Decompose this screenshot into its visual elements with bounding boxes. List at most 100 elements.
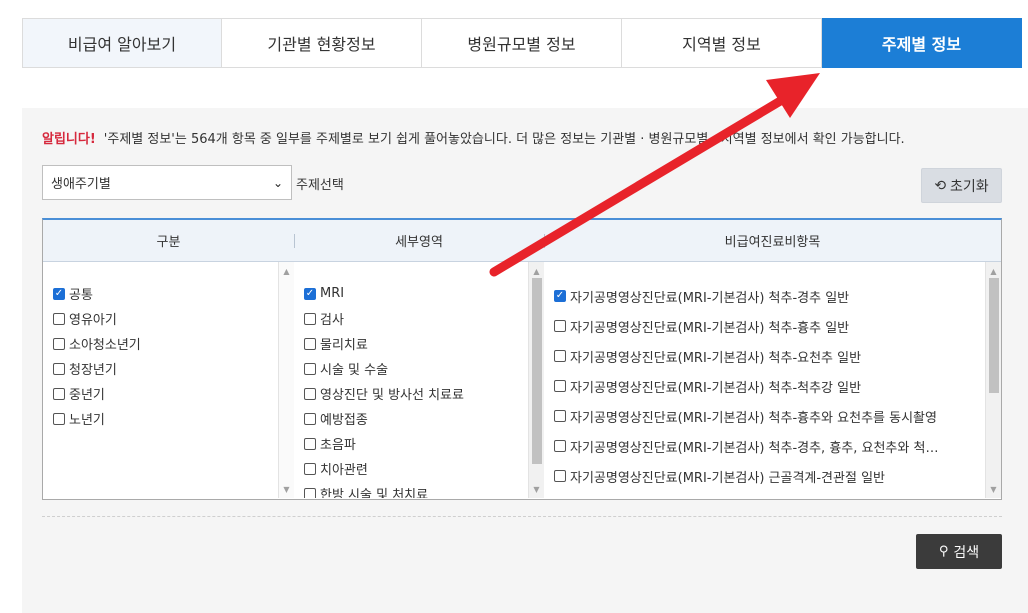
subarea-option[interactable]: 물리치료 (304, 331, 544, 356)
item-option[interactable]: 자기공명영상진단료(MRI-기본검사) 근골격계-견관절 일반 (554, 461, 1001, 491)
scroll-down-icon[interactable]: ▼ (986, 482, 1001, 496)
reset-button[interactable]: ⟲ 초기화 (921, 168, 1002, 203)
item-option[interactable]: 자기공명영상진단료(MRI-기본검사) 척추-흉추 일반 (554, 311, 1001, 341)
subarea-option-label: 치아관련 (320, 463, 368, 478)
notice-text: '주제별 정보'는 564개 항목 중 일부를 주제별로 보기 쉽게 풀어놓았습… (103, 132, 905, 147)
search-icon: ⚲ (938, 544, 949, 559)
category-option-label: 공통 (69, 288, 93, 303)
category-scrollbar[interactable]: ▲ ▼ (278, 262, 294, 498)
checkbox[interactable] (304, 387, 316, 400)
subarea-option[interactable]: 예방접종 (304, 406, 544, 431)
tab-region[interactable]: 지역별 정보 (622, 18, 822, 68)
scroll-up-icon[interactable]: ▲ (986, 264, 1001, 278)
category-option[interactable]: 영유아기 (53, 306, 294, 331)
subarea-option-label: 영상진단 및 방사선 치료료 (320, 388, 464, 403)
notice-alert: 알립니다! (42, 132, 96, 147)
item-option-label: 자기공명영상진단료(MRI-기본검사) 척추-경추, 흉추, 요천추와 척… (570, 440, 939, 456)
header-items: 비급여진료비항목 (544, 220, 1001, 261)
category-list: ✓ 공통영유아기소아청소년기청장년기중년기노년기 ▲ ▼ (43, 262, 294, 498)
category-option[interactable]: 노년기 (53, 406, 294, 431)
tab-hospital-size[interactable]: 병원규모별 정보 (422, 18, 622, 68)
item-scrollbar[interactable]: ▲ ▼ (985, 262, 1001, 498)
scroll-thumb[interactable] (989, 278, 999, 393)
subarea-option-label: MRI (320, 286, 345, 301)
item-option[interactable]: 자기공명영상진단료(MRI-기본검사) 척추-경추, 흉추, 요천추와 척… (554, 431, 1001, 461)
checkbox[interactable] (554, 410, 566, 422)
checkbox[interactable] (304, 362, 316, 375)
scroll-up-icon[interactable]: ▲ (529, 264, 544, 278)
tab-institution[interactable]: 기관별 현황정보 (222, 18, 422, 68)
checkbox[interactable] (304, 312, 316, 325)
subarea-option-label: 시술 및 수술 (320, 363, 389, 378)
checkbox[interactable] (304, 437, 316, 450)
checkbox[interactable] (554, 380, 566, 392)
checkbox[interactable] (304, 337, 316, 350)
scroll-thumb[interactable] (532, 278, 542, 464)
subarea-option-label: 물리치료 (320, 338, 368, 353)
checkbox[interactable] (53, 312, 65, 325)
category-option-label: 노년기 (69, 413, 105, 428)
subarea-option[interactable]: 영상진단 및 방사선 치료료 (304, 381, 544, 406)
subarea-option[interactable]: ✓ MRI (304, 281, 544, 306)
item-option[interactable]: 자기공명영상진단료(MRI-기본검사) 척추-흉추와 요천추를 동시촬영 (554, 401, 1001, 431)
category-option-label: 중년기 (69, 388, 105, 403)
item-option-label: 자기공명영상진단료(MRI-기본검사) 척추-흉추 일반 (570, 320, 850, 336)
tab-topic[interactable]: 주제별 정보 (822, 18, 1022, 68)
tab-bar: 비급여 알아보기 기관별 현황정보 병원규모별 정보 지역별 정보 주제별 정보 (22, 18, 1022, 68)
checkbox[interactable]: ✓ (554, 290, 566, 302)
topic-select-value: 생애주기별 (51, 177, 111, 192)
item-option[interactable]: 자기공명영상진단료(MRI-기본검사) 근골격계-주관절 일반 (554, 491, 1001, 498)
checkbox[interactable] (554, 470, 566, 482)
checkbox[interactable] (53, 412, 65, 425)
scroll-down-icon[interactable]: ▼ (529, 482, 544, 496)
category-option[interactable]: 중년기 (53, 381, 294, 406)
checkbox[interactable] (53, 337, 65, 350)
checkbox[interactable] (304, 412, 316, 425)
category-option[interactable]: ✓ 공통 (53, 281, 294, 306)
checkbox[interactable] (554, 320, 566, 332)
grid-header: 구분 세부영역 비급여진료비항목 (43, 220, 1001, 262)
checkbox[interactable] (554, 440, 566, 452)
category-option[interactable]: 소아청소년기 (53, 331, 294, 356)
category-option-label: 영유아기 (69, 313, 117, 328)
search-button[interactable]: ⚲ 검색 (916, 534, 1002, 569)
item-option-label: 자기공명영상진단료(MRI-기본검사) 근골격계-견관절 일반 (570, 470, 885, 486)
subarea-list: ✓ MRI 검사물리치료시술 및 수술영상진단 및 방사선 치료료예방접종초음파치아… (294, 262, 544, 498)
checkbox[interactable] (554, 350, 566, 362)
subarea-option[interactable]: 시술 및 수술 (304, 356, 544, 381)
checkbox[interactable] (53, 387, 65, 400)
checkbox[interactable] (304, 462, 316, 475)
reset-label: 초기화 (950, 178, 989, 195)
checkbox[interactable] (53, 362, 65, 375)
notice: 알립니다! '주제별 정보'는 564개 항목 중 일부를 주제별로 보기 쉽게 … (42, 128, 905, 147)
tab-overview[interactable]: 비급여 알아보기 (22, 18, 222, 68)
subarea-option-label: 검사 (320, 313, 344, 328)
subarea-option-label: 한방 시술 및 처치료 (320, 488, 429, 498)
item-option-label: 자기공명영상진단료(MRI-기본검사) 척추-흉추와 요천추를 동시촬영 (570, 410, 937, 426)
search-label: 검색 (953, 544, 980, 561)
subarea-option[interactable]: 검사 (304, 306, 544, 331)
subarea-option[interactable]: 한방 시술 및 처치료 (304, 481, 544, 498)
item-list: ✓ 자기공명영상진단료(MRI-기본검사) 척추-경추 일반자기공명영상진단료(M… (544, 262, 1001, 498)
subarea-option[interactable]: 치아관련 (304, 456, 544, 481)
header-category: 구분 (156, 235, 181, 250)
item-option-label: 자기공명영상진단료(MRI-기본검사) 근골격계-주관절 일반 (570, 497, 885, 499)
topic-select[interactable]: 생애주기별 ⌄ (42, 165, 292, 200)
checkbox[interactable] (304, 487, 316, 498)
refresh-icon: ⟲ (934, 177, 947, 194)
item-option[interactable]: ✓ 자기공명영상진단료(MRI-기본검사) 척추-경추 일반 (554, 281, 1001, 311)
scroll-up-icon[interactable]: ▲ (279, 264, 294, 278)
header-subarea: 세부영역 (294, 220, 544, 261)
checkbox[interactable]: ✓ (304, 287, 316, 300)
item-option[interactable]: 자기공명영상진단료(MRI-기본검사) 척추-척추강 일반 (554, 371, 1001, 401)
subarea-scrollbar[interactable]: ▲ ▼ (528, 262, 544, 498)
item-option[interactable]: 자기공명영상진단료(MRI-기본검사) 척추-요천추 일반 (554, 341, 1001, 371)
category-option[interactable]: 청장년기 (53, 356, 294, 381)
category-option-label: 청장년기 (69, 363, 117, 378)
selection-grid: 구분 세부영역 비급여진료비항목 ✓ 공통영유아기소아청소년기청장년기중년기노년기… (42, 218, 1002, 500)
scroll-down-icon[interactable]: ▼ (279, 482, 294, 496)
subarea-option-label: 초음파 (320, 438, 356, 453)
checkbox[interactable]: ✓ (53, 287, 65, 300)
subarea-option[interactable]: 초음파 (304, 431, 544, 456)
chevron-down-icon: ⌄ (272, 175, 283, 190)
